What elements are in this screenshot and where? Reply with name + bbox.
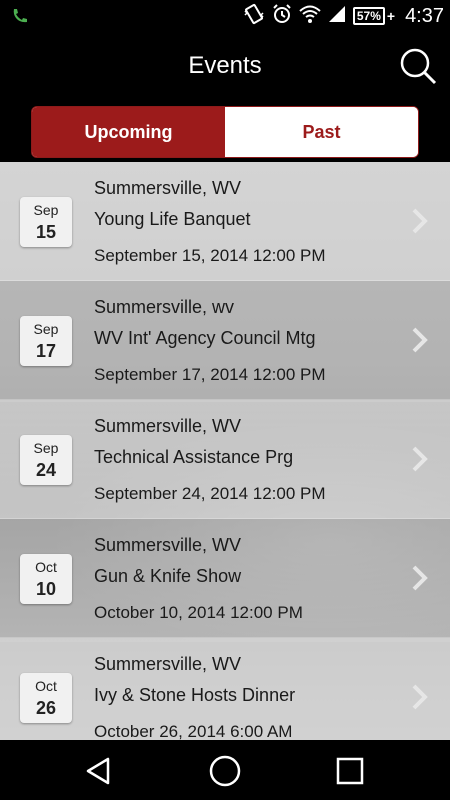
event-title: WV Int' Agency Council Mtg [94, 328, 316, 348]
event-datetime: September 15, 2014 12:00 PM [94, 246, 326, 265]
tab-bar: Upcoming Past [0, 104, 450, 162]
tab-upcoming[interactable]: Upcoming [32, 107, 225, 157]
event-title: Ivy & Stone Hosts Dinner [94, 685, 296, 705]
date-badge: Sep 24 [20, 435, 72, 485]
date-month: Oct [35, 559, 57, 575]
date-day: 26 [35, 698, 57, 718]
event-location: Summersville, WV [94, 535, 242, 555]
event-title: Technical Assistance Prg [94, 447, 294, 467]
search-button[interactable] [398, 46, 438, 86]
date-day: 15 [35, 222, 57, 242]
date-badge: Oct 26 [20, 673, 72, 723]
date-month: Oct [35, 678, 57, 694]
event-datetime: October 10, 2014 12:00 PM [94, 603, 303, 622]
battery-level: 57% [356, 9, 381, 23]
event-row[interactable]: Sep 24 Summersville, WV Technical Assist… [0, 400, 450, 519]
vibrate-icon [243, 3, 265, 30]
date-month: Sep [33, 440, 59, 456]
alarm-icon [271, 3, 293, 30]
tab-past[interactable]: Past [225, 107, 418, 157]
event-row[interactable]: Oct 26 Summersville, WV Ivy & Stone Host… [0, 638, 450, 740]
system-nav-bar [0, 740, 450, 800]
clock: 4:37 [405, 4, 444, 27]
event-datetime: September 17, 2014 12:00 PM [94, 365, 326, 384]
date-day: 24 [35, 460, 57, 480]
back-button[interactable] [82, 754, 116, 788]
event-location: Summersville, WV [94, 178, 242, 198]
home-button[interactable] [208, 754, 242, 788]
chevron-right-icon [412, 327, 428, 353]
home-icon [209, 755, 241, 787]
app-header: Events [0, 32, 450, 104]
event-row[interactable]: Sep 15 Summersville, WV Young Life Banqu… [0, 162, 450, 281]
search-icon [400, 48, 437, 85]
charging-plus-icon: + [386, 8, 396, 24]
wifi-icon [299, 4, 321, 29]
signal-icon [327, 4, 347, 29]
event-location: Summersville, WV [94, 654, 242, 674]
phone-icon [10, 6, 30, 31]
date-badge: Sep 17 [20, 316, 72, 366]
event-row[interactable]: Oct 10 Summersville, WV Gun & Knife Show… [0, 519, 450, 638]
event-list[interactable]: Sep 15 Summersville, WV Young Life Banqu… [0, 162, 450, 740]
date-month: Sep [33, 202, 59, 218]
recents-button[interactable] [333, 754, 367, 788]
date-month: Sep [33, 321, 59, 337]
chevron-right-icon [412, 684, 428, 710]
chevron-right-icon [412, 446, 428, 472]
date-badge: Oct 10 [20, 554, 72, 604]
event-location: Summersville, wv [94, 297, 235, 317]
event-row[interactable]: Sep 17 Summersville, wv WV Int' Agency C… [0, 281, 450, 400]
date-day: 17 [35, 341, 57, 361]
segmented-control: Upcoming Past [31, 106, 419, 158]
date-day: 10 [35, 579, 57, 599]
date-badge: Sep 15 [20, 197, 72, 247]
event-location: Summersville, WV [94, 416, 242, 436]
back-icon [86, 757, 110, 785]
event-datetime: October 26, 2014 6:00 AM [94, 722, 293, 740]
status-bar: 57% + 4:37 [0, 0, 450, 32]
event-title: Gun & Knife Show [94, 566, 242, 586]
event-title: Young Life Banquet [94, 209, 251, 229]
recents-icon [336, 757, 364, 785]
chevron-right-icon [412, 565, 428, 591]
event-datetime: September 24, 2014 12:00 PM [94, 484, 326, 503]
battery-icon: 57% [352, 7, 385, 25]
chevron-right-icon [412, 208, 428, 234]
page-title: Events [188, 52, 262, 79]
